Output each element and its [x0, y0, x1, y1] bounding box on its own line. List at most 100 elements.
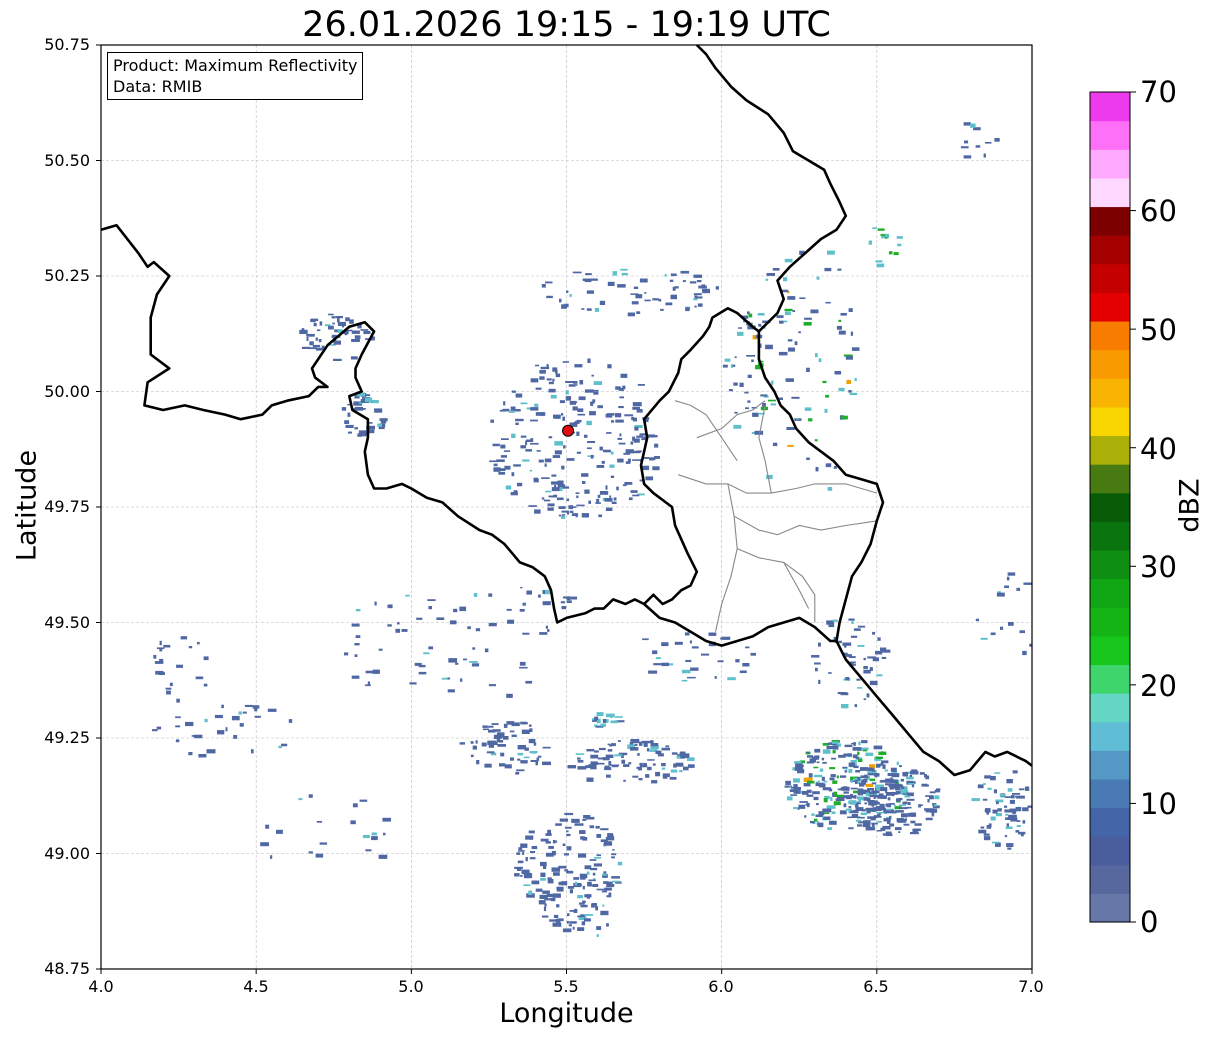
echo-pixel [877, 813, 881, 817]
echo-pixel [594, 750, 599, 753]
echo-pixel [876, 763, 881, 768]
echo-pixel [541, 284, 546, 288]
echo-pixel [857, 751, 860, 756]
echo-pixel [510, 492, 518, 496]
echo-pixel [990, 816, 996, 821]
echo-pixel [459, 742, 465, 745]
echo-pixel [599, 491, 609, 495]
echo-pixel [639, 433, 646, 436]
echo-pixel [522, 851, 525, 855]
echo-pixel [552, 455, 561, 458]
echo-pixel [350, 356, 358, 360]
echo-pixel [840, 692, 849, 696]
echo-pixel [588, 879, 596, 882]
echo-pixel [553, 840, 558, 843]
echo-pixel [576, 504, 585, 507]
echo-pixel [806, 367, 810, 372]
echo-pixel [639, 741, 643, 746]
echo-pixel [1015, 806, 1022, 812]
echo-pixel [855, 770, 861, 773]
echo-pixel [254, 715, 261, 718]
echo-pixel [1009, 799, 1015, 804]
echo-pixel [561, 606, 567, 610]
echo-pixel [843, 786, 847, 791]
echo-pixel [309, 341, 314, 346]
echo-pixel [364, 397, 373, 402]
echo-pixel [165, 687, 172, 690]
echo-pixel [351, 339, 360, 342]
echo-pixel [526, 590, 532, 595]
echo-pixel [860, 775, 869, 778]
echo-pixel [823, 780, 828, 783]
echo-pixel [633, 286, 639, 289]
echo-pixel [378, 648, 383, 651]
echo-pixel [760, 394, 768, 397]
echo-pixel [521, 729, 530, 734]
echo-pixel [504, 764, 512, 769]
echo-pixel [600, 828, 609, 831]
colorbar-swatch [1090, 435, 1130, 465]
echo-pixel [427, 599, 436, 601]
echo-pixel [526, 407, 531, 410]
echo-pixel [892, 811, 896, 814]
echo-pixel [1018, 788, 1025, 791]
echo-pixel [658, 298, 662, 302]
echo-pixel [872, 631, 876, 635]
colorbar-swatch [1090, 149, 1130, 179]
radar-map[interactable] [0, 0, 1219, 1040]
echo-pixel [735, 659, 740, 663]
echo-pixel [624, 414, 634, 417]
echo-pixel [316, 329, 321, 332]
echo-pixel [831, 820, 834, 823]
echo-pixel [485, 725, 494, 728]
echo-pixel [576, 495, 579, 499]
echo-pixel [621, 272, 628, 276]
echo-pixel [153, 654, 157, 659]
echo-pixel [558, 506, 566, 509]
echo-pixel [806, 780, 815, 784]
echo-pixel [734, 356, 737, 359]
echo-pixel [838, 319, 842, 322]
echo-pixel [786, 796, 793, 801]
echo-pixel [482, 728, 489, 731]
x-tick-label: 5.0 [398, 977, 424, 996]
echo-pixel [517, 752, 524, 756]
echo-pixel [152, 729, 158, 732]
echo-pixel [571, 818, 580, 823]
echo-pixel [806, 794, 814, 797]
echo-pixel [605, 754, 614, 758]
echo-pixel [260, 842, 269, 847]
echo-pixel [544, 458, 552, 463]
echo-pixel [337, 321, 346, 326]
echo-pixel [812, 791, 820, 795]
echo-pixel [865, 826, 873, 831]
echo-pixel [556, 888, 564, 892]
echo-pixel [816, 276, 820, 280]
echo-pixel [806, 457, 810, 460]
echo-pixel [1016, 825, 1021, 828]
echo-pixel [575, 753, 585, 755]
echo-pixel [591, 374, 594, 377]
echo-pixel [360, 400, 363, 403]
echo-pixel [806, 789, 812, 793]
echo-pixel [574, 881, 578, 886]
echo-pixel [639, 278, 648, 283]
echo-pixel [1012, 770, 1018, 774]
echo-pixel [833, 801, 841, 806]
echo-pixel [423, 652, 430, 655]
colorbar-tick-label: 10 [1140, 787, 1177, 821]
echo-pixel [559, 298, 562, 303]
echo-pixel [593, 381, 603, 385]
colorbar-swatch [1090, 549, 1130, 580]
echo-pixel [570, 510, 574, 513]
echo-pixel [525, 449, 533, 452]
echo-pixel [608, 761, 612, 766]
echo-pixel [492, 443, 500, 447]
echo-pixel [717, 660, 724, 663]
echo-pixel [180, 636, 188, 640]
echo-pixel [808, 418, 813, 422]
echo-pixel [903, 823, 910, 826]
echo-pixel [505, 485, 512, 490]
echo-pixel [560, 601, 566, 604]
echo-pixel [811, 813, 815, 816]
